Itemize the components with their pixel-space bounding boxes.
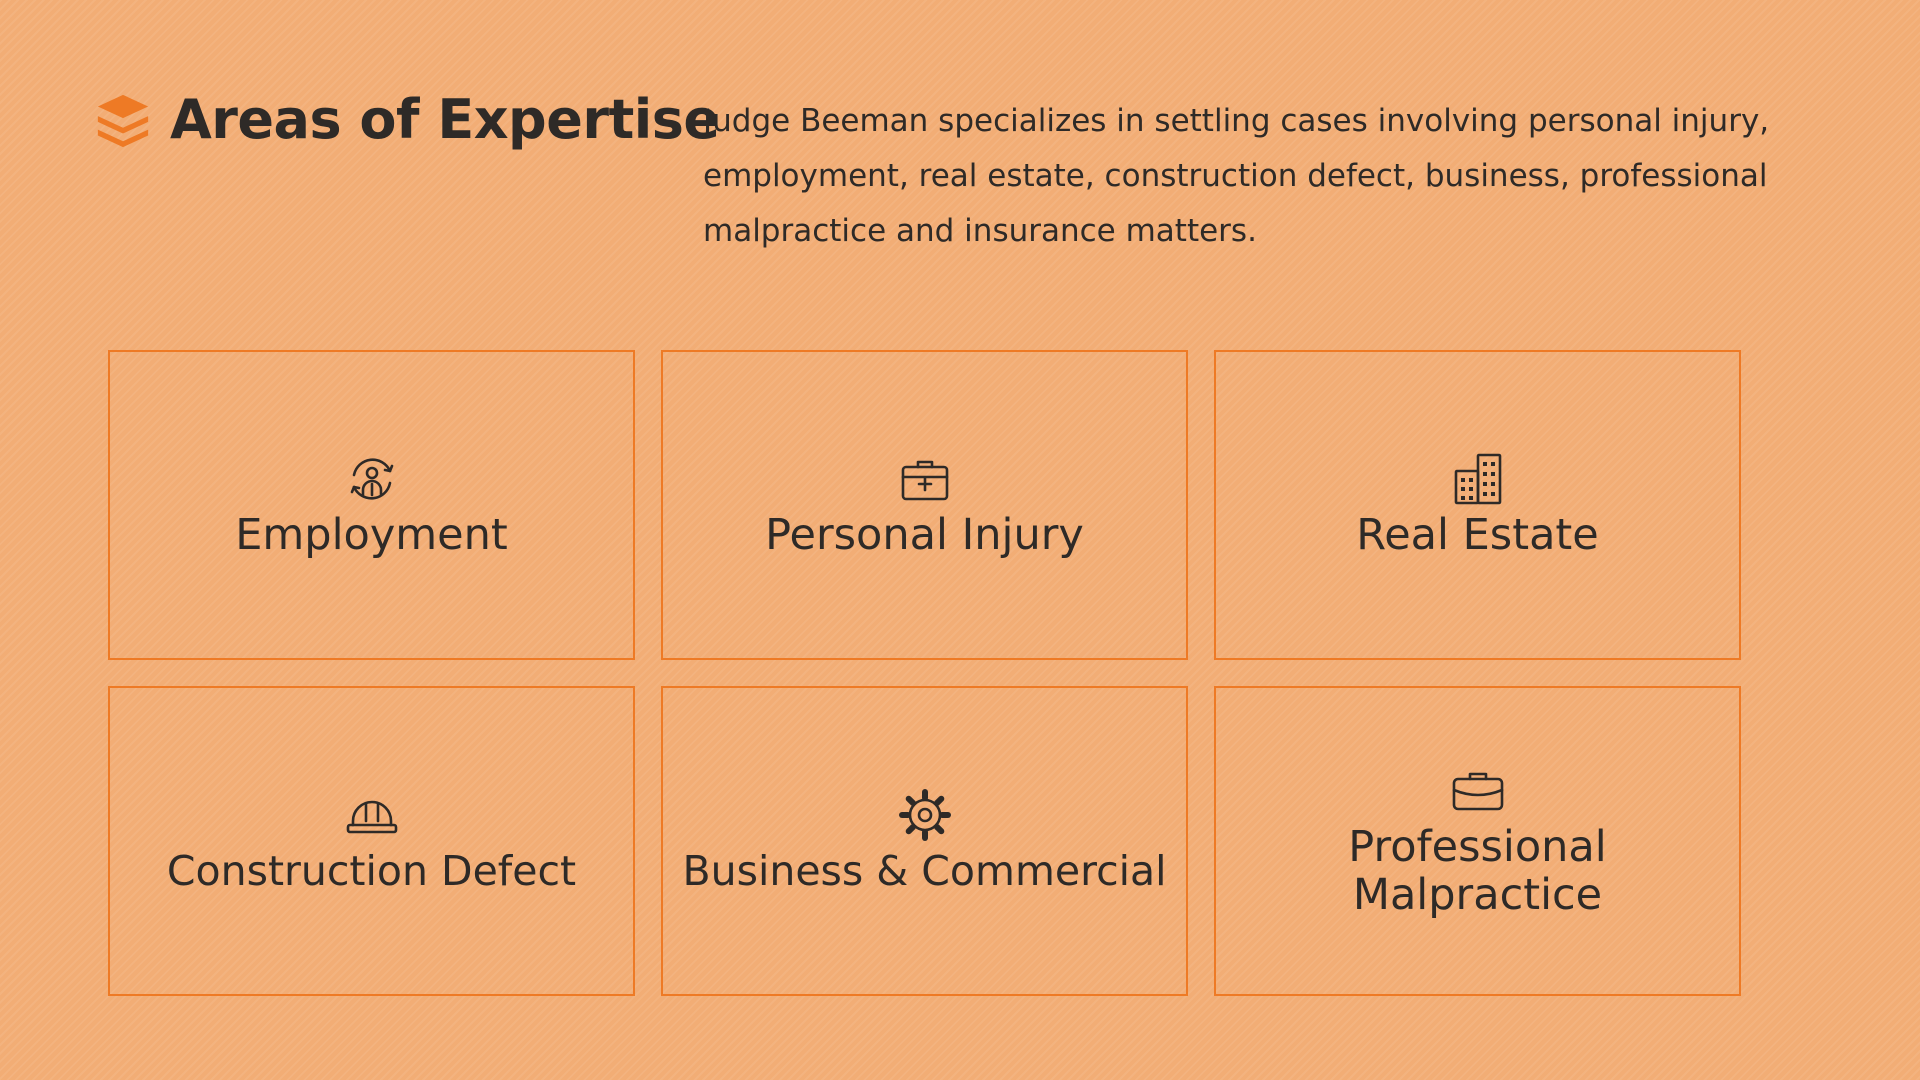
- area-card-personal-injury[interactable]: Personal Injury: [661, 350, 1188, 660]
- hard-hat-icon: [346, 800, 397, 834]
- area-label: Professional Malpractice: [1348, 822, 1607, 920]
- area-card-construction-defect[interactable]: Construction Defect: [108, 686, 635, 996]
- area-card-professional-malpractice[interactable]: Professional Malpractice: [1214, 686, 1741, 996]
- page-title: Areas of Expertise: [170, 88, 720, 151]
- area-card-real-estate[interactable]: Real Estate: [1214, 350, 1741, 660]
- area-card-business-commercial[interactable]: Business & Commercial: [661, 686, 1188, 996]
- section-header: Areas of Expertise: [94, 88, 720, 151]
- buildings-icon: [1454, 453, 1501, 505]
- area-label: Employment: [235, 510, 508, 560]
- layers-icon: [97, 94, 149, 147]
- area-card-employment[interactable]: Employment: [108, 350, 635, 660]
- medical-kit-icon: [901, 460, 948, 501]
- area-label: Personal Injury: [765, 510, 1084, 560]
- employee-cycle-icon: [350, 458, 393, 500]
- briefcase-icon: [1452, 772, 1503, 811]
- gear-icon: [898, 789, 951, 841]
- area-label: Real Estate: [1356, 510, 1599, 560]
- area-label: Construction Defect: [166, 847, 577, 895]
- area-label: Business & Commercial: [682, 847, 1167, 895]
- intro-paragraph: Judge Beeman specializes in settling cas…: [703, 103, 1770, 249]
